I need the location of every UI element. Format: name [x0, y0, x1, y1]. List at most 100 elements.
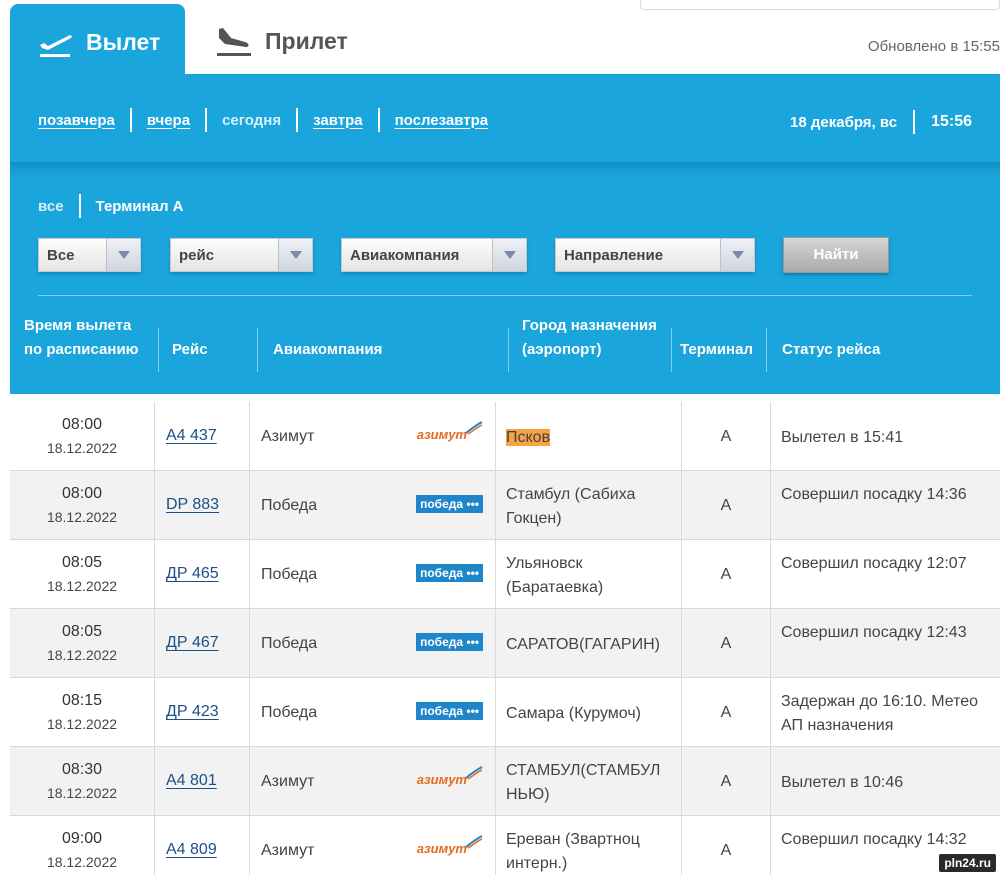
- cell-terminal: А: [682, 402, 771, 471]
- airline-select[interactable]: Авиакомпания: [341, 238, 527, 272]
- scheduled-date: 18.12.2022: [46, 578, 118, 594]
- updated-time: Обновлено в 15:55: [867, 38, 1000, 55]
- separator: [205, 108, 208, 132]
- table-row: 08:00 18.12.2022 DP 883 Победа победа ••• Ста…: [10, 471, 1000, 540]
- scheduled-time: 08:15: [61, 692, 103, 709]
- chevron-down-icon: [732, 251, 744, 259]
- column-header-airline: Авиакомпания: [273, 341, 383, 358]
- scheduled-time: 08:05: [61, 554, 103, 571]
- terminal-text: А: [720, 635, 732, 652]
- day-link-yesterday[interactable]: вчера: [147, 112, 190, 129]
- cell-destination: Псков: [496, 402, 682, 471]
- scheduled-date: 18.12.2022: [46, 647, 118, 663]
- scheduled-time: 09:00: [61, 830, 103, 847]
- flight-number-link[interactable]: А4 809: [166, 841, 217, 859]
- flight-select-arrow[interactable]: [278, 239, 312, 271]
- top-bar: Вылет Прилет Обновлено в 15:55: [0, 0, 1000, 78]
- table-row: 08:05 18.12.2022 ДР 465 Победа победа ••• Уль…: [10, 540, 1000, 609]
- pobeda-logo: победа •••: [416, 702, 483, 720]
- status-text: Задержан до 16:10. Метео АП назначения: [781, 693, 979, 734]
- airline-name: Победа: [261, 635, 318, 652]
- airline-name: Победа: [261, 704, 318, 721]
- airline-name: Победа: [261, 566, 318, 583]
- direction-select-value: Направление: [564, 247, 664, 264]
- chevron-down-icon: [290, 251, 302, 259]
- cell-airline: Победа победа •••: [250, 471, 496, 540]
- column-header-time: Время вылета по расписанию: [24, 317, 139, 358]
- direction-select-arrow[interactable]: [720, 239, 754, 271]
- terminal-link-a[interactable]: Терминал А: [96, 198, 184, 215]
- tab-departure-label: Вылет: [86, 29, 161, 55]
- day-link-today[interactable]: сегодня: [222, 112, 281, 129]
- cell-status: Совершил посадку 14:36: [771, 471, 1000, 540]
- airline-name: Азимут: [261, 428, 315, 445]
- status-text: Совершил посадку 14:32: [781, 831, 967, 848]
- flight-number-link[interactable]: ДР 423: [166, 703, 219, 721]
- flight-select[interactable]: рейс: [170, 238, 313, 272]
- scheduled-time: 08:00: [61, 416, 103, 433]
- type-select-arrow[interactable]: [106, 239, 140, 271]
- type-select[interactable]: Все: [38, 238, 141, 272]
- airline-logo: азимут: [417, 766, 483, 791]
- destination-text: Ереван (Звартноц интерн.): [506, 831, 640, 872]
- cell-flight: ДР 465: [155, 540, 250, 609]
- status-text: Вылетел в 10:46: [781, 774, 904, 791]
- day-link-day-after-tomorrow[interactable]: послезавтра: [395, 112, 489, 129]
- flight-number-link[interactable]: ДР 467: [166, 634, 219, 652]
- flight-number-link[interactable]: А4 437: [166, 427, 217, 445]
- scheduled-time: 08:00: [61, 485, 103, 502]
- tab-departure[interactable]: Вылет: [10, 4, 185, 78]
- airline-select-arrow[interactable]: [492, 239, 526, 271]
- cell-flight: ДР 423: [155, 678, 250, 747]
- top-strip: [640, 0, 1000, 10]
- destination-text: Ульяновск (Баратаевка): [506, 555, 604, 596]
- cell-terminal: А: [682, 678, 771, 747]
- column-header-flight: Рейс: [172, 341, 208, 358]
- cell-time: 08:30 18.12.2022: [10, 747, 155, 816]
- watermark: pln24.ru: [939, 854, 996, 872]
- terminal-link-all[interactable]: все: [38, 198, 64, 215]
- scheduled-time: 08:05: [61, 623, 103, 640]
- panel-divider: [10, 162, 1000, 176]
- find-button[interactable]: Найти: [783, 237, 889, 273]
- flight-number-link[interactable]: DP 883: [166, 496, 219, 514]
- day-link-day-before-yesterday[interactable]: позавчера: [38, 112, 115, 129]
- cell-airline: Победа победа •••: [250, 540, 496, 609]
- table-row: 09:00 18.12.2022 А4 809 Азимут азимут Ереван …: [10, 816, 1000, 875]
- destination-text: СТАМБУЛ(СТАМБУЛ НЬЮ): [506, 762, 661, 803]
- cell-terminal: А: [682, 471, 771, 540]
- column-header-destination: Город назначения (аэропорт): [522, 317, 657, 358]
- scheduled-date: 18.12.2022: [46, 440, 118, 456]
- column-separator: [257, 328, 258, 372]
- azimut-swoosh-icon: [465, 421, 483, 435]
- table-row: 08:05 18.12.2022 ДР 467 Победа победа ••• САР…: [10, 609, 1000, 678]
- direction-select[interactable]: Направление: [555, 238, 755, 272]
- cell-destination: СТАМБУЛ(СТАМБУЛ НЬЮ): [496, 747, 682, 816]
- cell-airline: Азимут азимут: [250, 747, 496, 816]
- azimut-logo: азимут: [417, 766, 483, 787]
- status-text: Совершил посадку 12:43: [781, 624, 967, 641]
- cell-destination: Ульяновск (Баратаевка): [496, 540, 682, 609]
- flight-number-link[interactable]: ДР 465: [166, 565, 219, 583]
- terminal-text: А: [720, 704, 732, 721]
- azimut-logo: азимут: [417, 835, 483, 856]
- terminal-text: А: [720, 566, 732, 583]
- column-separator: [508, 328, 509, 372]
- plane-takeoff-icon: [40, 35, 72, 57]
- cell-status: Совершил посадку 12:43: [771, 609, 1000, 678]
- day-link-tomorrow[interactable]: завтра: [313, 112, 362, 129]
- destination-text: Стамбул (Сабиха Гокцен): [506, 486, 636, 527]
- status-text: Вылетел в 15:41: [781, 429, 904, 446]
- flight-number-link[interactable]: А4 801: [166, 772, 217, 790]
- column-header-terminal: Терминал: [680, 341, 753, 358]
- separator: [377, 108, 380, 132]
- separator: [296, 108, 299, 132]
- airline-logo: азимут: [417, 835, 483, 860]
- chevron-down-icon: [504, 251, 516, 259]
- pobeda-logo: победа •••: [416, 564, 483, 582]
- terminal-text: А: [720, 842, 732, 859]
- scheduled-date: 18.12.2022: [46, 785, 118, 801]
- airline-logo: азимут: [417, 421, 483, 446]
- scheduled-time: 08:30: [61, 761, 103, 778]
- column-separator: [158, 328, 159, 372]
